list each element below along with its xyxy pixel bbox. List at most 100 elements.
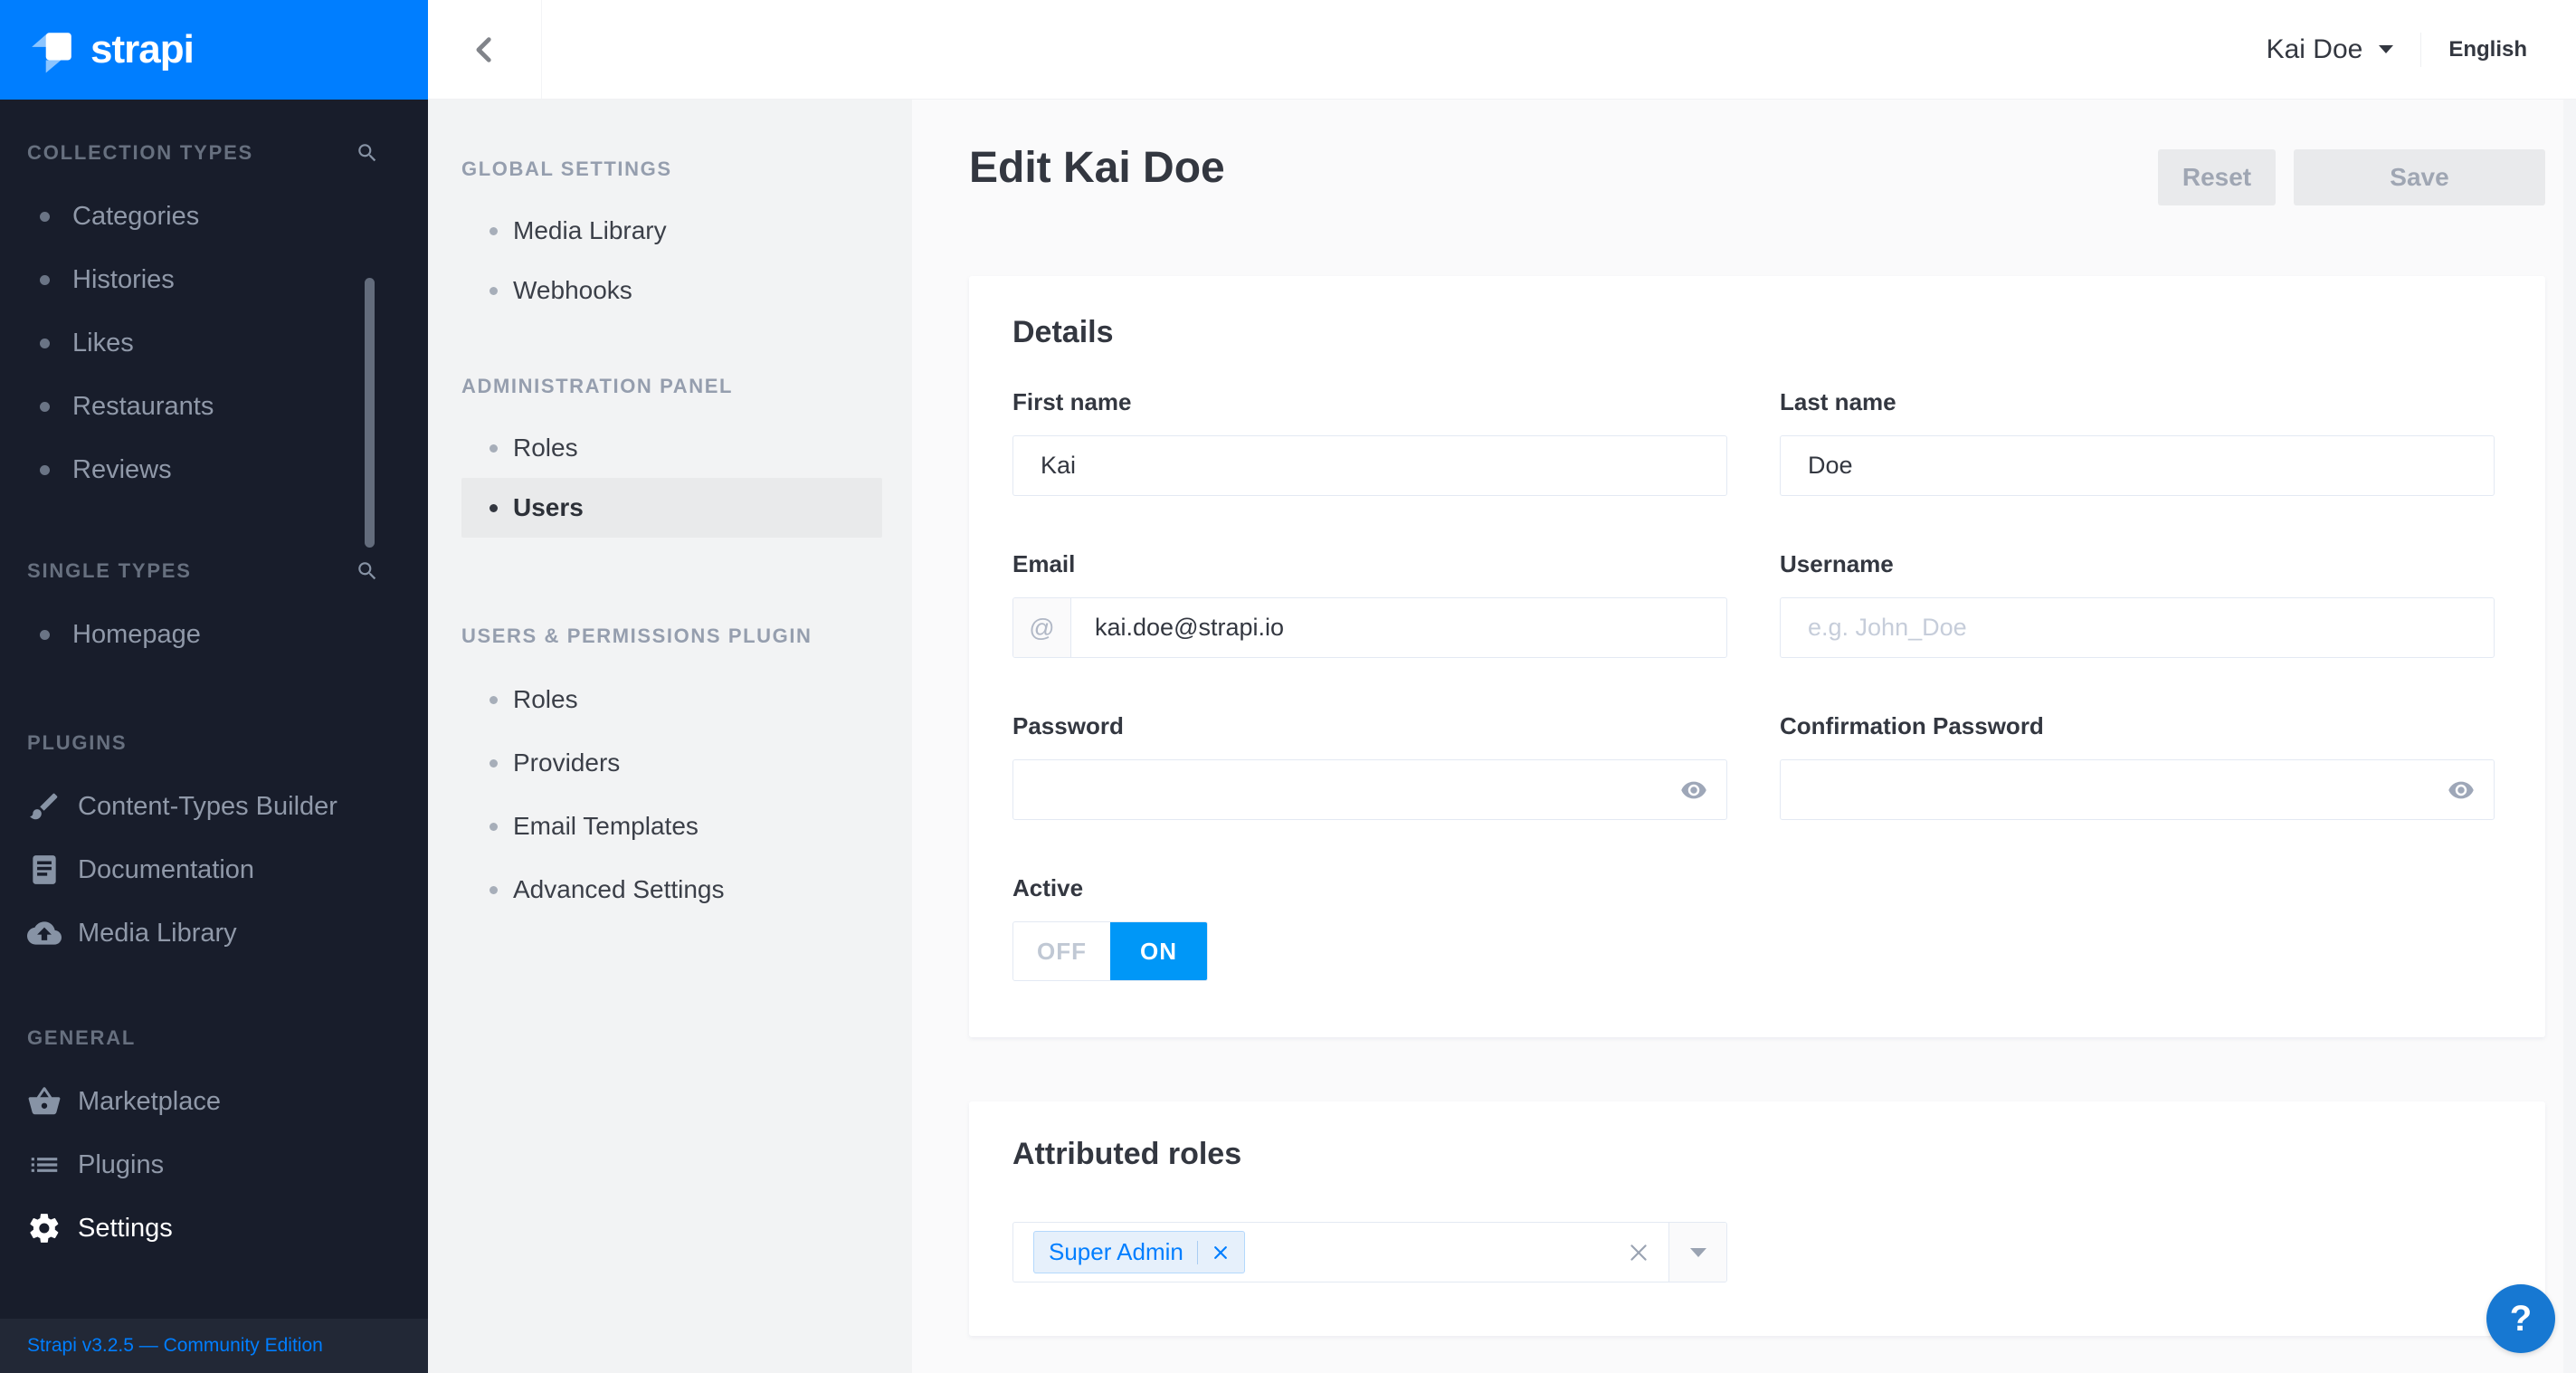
username-label: Username bbox=[1780, 550, 2495, 577]
section-label: GENERAL bbox=[27, 1026, 136, 1050]
page-actions: Reset Save bbox=[2158, 149, 2545, 205]
settings-item-users[interactable]: Users bbox=[461, 478, 882, 538]
bullet-icon bbox=[40, 465, 50, 475]
sidebar-item-label: Categories bbox=[72, 202, 199, 232]
field-last-name: Last name bbox=[1780, 388, 2495, 496]
sidebar-item-marketplace[interactable]: Marketplace bbox=[0, 1070, 428, 1133]
version-link[interactable]: Strapi v3.2.5 — Community Edition bbox=[27, 1335, 323, 1357]
settings-item-label: Email Templates bbox=[513, 812, 699, 841]
sidebar-item-media-library[interactable]: Media Library bbox=[0, 901, 428, 965]
sidebar-item-settings[interactable]: Settings bbox=[0, 1197, 428, 1260]
bullet-icon bbox=[490, 287, 498, 295]
field-confirmation-password: Confirmation Password bbox=[1780, 712, 2495, 820]
save-button[interactable]: Save bbox=[2294, 149, 2545, 205]
password-label: Password bbox=[1012, 712, 1727, 739]
settings-item-media-library[interactable]: Media Library bbox=[461, 201, 882, 261]
search-icon[interactable] bbox=[356, 559, 379, 583]
back-button[interactable] bbox=[428, 0, 542, 99]
header-user-area: Kai Doe English bbox=[2267, 0, 2527, 99]
first-name-input[interactable] bbox=[1012, 435, 1727, 496]
section-label: SINGLE TYPES bbox=[27, 559, 192, 583]
section-general: GENERAL bbox=[27, 1026, 401, 1050]
username-input[interactable] bbox=[1780, 597, 2495, 658]
section-collection-types: COLLECTION TYPES bbox=[27, 141, 379, 165]
strapi-logo[interactable]: strapi bbox=[0, 0, 428, 100]
language-selector[interactable]: English bbox=[2448, 37, 2527, 62]
password-input[interactable] bbox=[1012, 759, 1727, 820]
strapi-admin-app: strapi COLLECTION TYPES Categories Histo… bbox=[0, 0, 2576, 1373]
settings-section-users-permissions: USERS & PERMISSIONS PLUGIN bbox=[461, 625, 912, 648]
toggle-on-button[interactable]: ON bbox=[1110, 922, 1207, 980]
sidebar-item-label: Reviews bbox=[72, 455, 172, 485]
bullet-icon bbox=[490, 759, 498, 768]
sidebar-item-label: Plugins bbox=[78, 1150, 164, 1180]
settings-item-label: Webhooks bbox=[513, 276, 632, 305]
confirmation-password-input[interactable] bbox=[1780, 759, 2495, 820]
user-dropdown[interactable]: Kai Doe bbox=[2267, 34, 2394, 65]
email-input[interactable] bbox=[1071, 598, 1726, 657]
chevron-left-icon bbox=[470, 34, 500, 65]
main-nav: COLLECTION TYPES Categories Histories Li… bbox=[0, 100, 428, 1319]
brush-icon bbox=[27, 789, 62, 824]
settings-section-global: GLOBAL SETTINGS bbox=[461, 157, 912, 181]
show-password-button[interactable] bbox=[1680, 777, 1707, 804]
help-button[interactable]: ? bbox=[2486, 1284, 2555, 1353]
roles-multiselect[interactable]: Super Admin bbox=[1012, 1222, 1727, 1282]
settings-item-label: Roles bbox=[513, 434, 578, 462]
sidebar-item-content-types-builder[interactable]: Content-Types Builder bbox=[0, 775, 428, 838]
details-card: Details First name Last name Email @ bbox=[969, 276, 2545, 1037]
settings-item-label: Providers bbox=[513, 748, 620, 777]
header-divider bbox=[2420, 33, 2421, 67]
close-icon bbox=[1627, 1254, 1650, 1267]
settings-item-webhooks[interactable]: Webhooks bbox=[461, 261, 882, 320]
field-first-name: First name bbox=[1012, 388, 1727, 496]
sidebar-scrollbar-thumb[interactable] bbox=[365, 278, 375, 548]
scrollbar-track[interactable] bbox=[2563, 100, 2576, 1373]
user-name: Kai Doe bbox=[2267, 34, 2363, 65]
bullet-icon bbox=[40, 275, 50, 285]
sidebar-item-homepage[interactable]: Homepage bbox=[0, 603, 428, 666]
bullet-icon bbox=[490, 886, 498, 894]
remove-role-button[interactable] bbox=[1212, 1244, 1230, 1262]
bullet-icon bbox=[40, 630, 50, 640]
search-icon[interactable] bbox=[356, 141, 379, 165]
last-name-label: Last name bbox=[1780, 388, 2495, 415]
sidebar-item-plugins[interactable]: Plugins bbox=[0, 1133, 428, 1197]
active-label: Active bbox=[1012, 874, 2502, 901]
role-tag-super-admin: Super Admin bbox=[1033, 1231, 1245, 1273]
toggle-off-button[interactable]: OFF bbox=[1013, 922, 1110, 980]
settings-item-up-roles[interactable]: Roles bbox=[461, 668, 882, 731]
sidebar-item-categories[interactable]: Categories bbox=[0, 185, 428, 248]
sidebar-item-label: Settings bbox=[78, 1214, 173, 1244]
last-name-input[interactable] bbox=[1780, 435, 2495, 496]
section-label: COLLECTION TYPES bbox=[27, 141, 253, 165]
field-active: Active OFF ON bbox=[1012, 874, 2502, 981]
page-title: Edit Kai Doe bbox=[969, 143, 1225, 193]
settings-item-label: Advanced Settings bbox=[513, 875, 725, 904]
select-dropdown-toggle[interactable] bbox=[1668, 1223, 1726, 1282]
section-plugins: PLUGINS bbox=[27, 731, 401, 755]
settings-item-label: Roles bbox=[513, 685, 578, 714]
email-label: Email bbox=[1012, 550, 1727, 577]
tag-divider bbox=[1197, 1241, 1198, 1264]
section-single-types: SINGLE TYPES bbox=[27, 559, 379, 583]
settings-sidebar: GLOBAL SETTINGS Media Library Webhooks A… bbox=[428, 100, 912, 1373]
field-username: Username bbox=[1780, 550, 2495, 658]
bullet-icon bbox=[490, 823, 498, 831]
bullet-icon bbox=[40, 402, 50, 412]
sidebar-item-label: Marketplace bbox=[78, 1087, 221, 1117]
settings-item-email-templates[interactable]: Email Templates bbox=[461, 795, 882, 858]
sidebar-item-documentation[interactable]: Documentation bbox=[0, 838, 428, 901]
sidebar-item-label: Histories bbox=[72, 265, 175, 295]
reset-button[interactable]: Reset bbox=[2158, 149, 2276, 205]
main-content: Edit Kai Doe Reset Save Details First na… bbox=[912, 100, 2576, 1373]
settings-item-advanced-settings[interactable]: Advanced Settings bbox=[461, 858, 882, 921]
attributed-roles-heading: Attributed roles bbox=[1012, 1138, 2502, 1170]
clear-selection-button[interactable] bbox=[1627, 1241, 1650, 1264]
sidebar-item-label: Media Library bbox=[78, 919, 237, 949]
basket-icon bbox=[27, 1084, 62, 1119]
show-confirmation-password-button[interactable] bbox=[2448, 777, 2475, 804]
settings-item-admin-roles[interactable]: Roles bbox=[461, 418, 882, 478]
settings-item-providers[interactable]: Providers bbox=[461, 731, 882, 795]
sidebar-item-label: Documentation bbox=[78, 855, 254, 885]
